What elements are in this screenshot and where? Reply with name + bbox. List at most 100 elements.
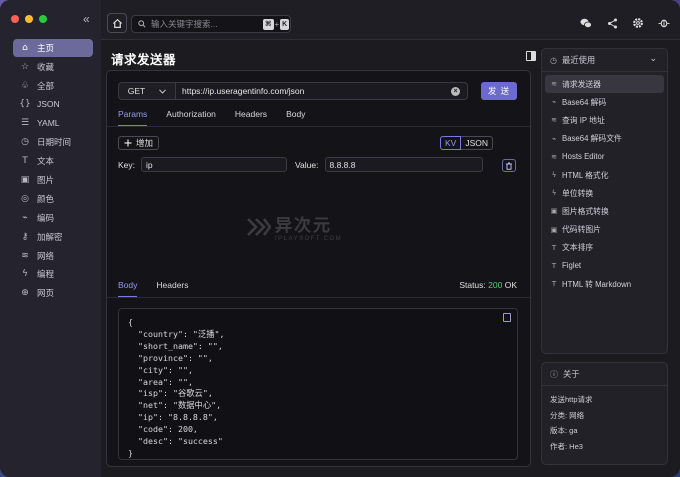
recent-item[interactable]: ≋ Hosts Editor	[545, 148, 664, 166]
sidebar-item[interactable]: ϟ 编程	[13, 266, 93, 284]
recent-item[interactable]: ϟ HTML 格式化	[545, 166, 664, 184]
toggle-right-panel-icon[interactable]	[526, 51, 536, 61]
recent-item-icon: ϟ	[551, 189, 557, 198]
sidebar-item[interactable]: ◎ 颜色	[13, 190, 93, 208]
recent-item-label: Base64 解码	[562, 97, 607, 107]
recent-item[interactable]: ≋ 查询 IP 地址	[545, 111, 664, 129]
sidebar-item-label: 颜色	[37, 193, 55, 204]
method-select[interactable]: GET	[118, 82, 176, 100]
delete-param-button[interactable]	[502, 159, 516, 172]
sidebar-item[interactable]: ♧ 全部	[13, 77, 93, 95]
sidebar-item-label: 网页	[37, 288, 55, 299]
search-input[interactable]	[151, 19, 263, 29]
sidebar-item[interactable]: ☆ 收藏	[13, 58, 93, 76]
bug-icon[interactable]	[658, 17, 670, 29]
recent-item[interactable]: ▣ 代码转图片	[545, 221, 664, 239]
recent-item[interactable]: T Figlet	[545, 257, 664, 275]
wechat-icon[interactable]	[580, 17, 592, 29]
sidebar-item[interactable]: T 文本	[13, 152, 93, 170]
response-tab-headers[interactable]: Headers	[156, 280, 188, 297]
watermark-subtext: IPLAYSOFT.COM	[275, 236, 343, 242]
sidebar-nav: ⌂ 主页 ☆ 收藏 ♧ 全部 {} JSON ☰ YAML ◷ 日期时间 T 文本 ▣ 图片 ◎ 颜色 ⌁ 编码 ⚷ 加解…	[13, 39, 93, 303]
search-icon	[138, 20, 146, 28]
send-button[interactable]: 发 送	[481, 82, 517, 100]
sidebar-item[interactable]: ⌁ 编码	[13, 209, 93, 227]
about-title: 关于	[563, 369, 580, 379]
sidebar-item-label: JSON	[37, 99, 60, 110]
tab-body[interactable]: Body	[286, 109, 305, 126]
sidebar-item[interactable]: ▣ 图片	[13, 171, 93, 189]
recent-item-icon: ⌁	[551, 98, 557, 107]
recent-item[interactable]: ⌁ Base64 解码文件	[545, 130, 664, 148]
home-button[interactable]	[107, 13, 127, 33]
add-param-button[interactable]: 增加	[118, 136, 160, 150]
tab-headers[interactable]: Headers	[235, 109, 267, 126]
sidebar-item-label: 日期时间	[37, 137, 72, 148]
status-text: OK	[504, 280, 517, 290]
share-icon[interactable]	[606, 17, 618, 29]
recent-item[interactable]: ⌁ Base64 解码	[545, 93, 664, 111]
sidebar-item-icon: ☰	[20, 118, 30, 129]
sidebar-item-label: 图片	[37, 174, 55, 185]
sidebar-item[interactable]: ⌂ 主页	[13, 39, 93, 57]
kv-mode-button[interactable]: KV	[440, 136, 462, 150]
shortcut-key-cmd: ⌘	[263, 18, 274, 30]
recent-item[interactable]: T 文本排序	[545, 239, 664, 257]
recent-item[interactable]: ≋ 请求发送器	[545, 75, 664, 94]
about-category: 分类: 网络	[550, 410, 585, 420]
about-version: 版本: ga	[550, 426, 578, 436]
collapse-sidebar-icon[interactable]: «	[83, 12, 90, 26]
about-panel: ⓘ 关于 发送http请求 分类: 网络 版本: ga 作者: He3	[541, 362, 668, 465]
key-label: Key:	[118, 159, 136, 170]
sidebar-item-label: 网络	[37, 250, 55, 261]
shortcut-key-k: K	[280, 18, 290, 30]
close-window-button[interactable]	[11, 15, 19, 23]
recent-item[interactable]: ▣ 图片格式转换	[545, 202, 664, 220]
add-label: 增加	[136, 138, 154, 148]
home-icon	[112, 18, 122, 28]
sidebar-item-icon: ♧	[20, 80, 30, 91]
gear-icon[interactable]	[632, 17, 644, 29]
response-json: { "country": "泛播", "short_name": "", "pr…	[128, 317, 225, 458]
json-mode-button[interactable]: JSON	[461, 136, 494, 150]
recent-list: ≋ 请求发送器 ⌁ Base64 解码 ≋ 查询 IP 地址 ⌁ Base64 解码文件 ≋ Ho…	[542, 72, 667, 296]
recent-header[interactable]: ◷ 最近使用 ⌄	[542, 49, 667, 71]
sidebar-item[interactable]: ◷ 日期时间	[13, 133, 93, 151]
url-input[interactable]: https://ip.useragentinfo.com/json ×	[176, 82, 468, 100]
search-box[interactable]: ⌘ + K	[131, 15, 291, 33]
tabs-divider	[107, 126, 530, 127]
sidebar-item[interactable]: ⚷ 加解密	[13, 228, 93, 246]
top-bar: ⌘ + K	[101, 0, 680, 40]
sidebar-item[interactable]: ≋ 网络	[13, 247, 93, 265]
response-body[interactable]: { "country": "泛播", "short_name": "", "pr…	[118, 308, 518, 460]
sidebar-item[interactable]: ☰ YAML	[13, 115, 93, 133]
sidebar-item[interactable]: ⊕ 网页	[13, 285, 93, 303]
minimize-window-button[interactable]	[25, 15, 33, 23]
recent-item-icon: T	[551, 243, 557, 252]
clear-url-icon[interactable]: ×	[451, 87, 460, 96]
recent-title: 最近使用	[561, 55, 596, 65]
tab-params[interactable]: Params	[118, 109, 148, 126]
chevron-down-icon[interactable]: ⌄	[649, 54, 657, 64]
recent-item[interactable]: ϟ 单位转换	[545, 184, 664, 202]
copy-icon[interactable]	[503, 313, 511, 322]
tab-authorization[interactable]: Authorization	[166, 109, 216, 126]
recent-item[interactable]: T HTML 转 Markdown	[545, 275, 664, 293]
trash-icon	[506, 162, 512, 170]
recent-item-label: HTML 转 Markdown	[562, 279, 632, 289]
recent-item-label: 图片格式转换	[562, 206, 609, 216]
request-tabs: Params Authorization Headers Body	[118, 109, 324, 126]
recent-item-label: 文本排序	[562, 243, 594, 253]
key-input[interactable]: ip	[141, 157, 288, 172]
sidebar-item[interactable]: {} JSON	[13, 96, 93, 114]
recent-item-icon: T	[551, 280, 557, 289]
recent-item-icon: ≋	[551, 116, 557, 125]
info-icon: ⓘ	[550, 369, 558, 379]
zoom-window-button[interactable]	[39, 15, 47, 23]
watermark-logo-icon	[247, 217, 271, 236]
response-tab-body[interactable]: Body	[118, 280, 138, 297]
app-window: « ⌂ 主页 ☆ 收藏 ♧ 全部 {} JSON ☰ YAML ◷ 日期时间 T 文本 ▣ 图片 ◎ 颜色 ⌁ 编码 ⚷…	[0, 0, 680, 477]
recent-item-label: 查询 IP 地址	[562, 115, 605, 125]
value-input[interactable]: 8.8.8.8	[324, 157, 483, 172]
sidebar-item-icon: ϟ	[22, 269, 28, 280]
